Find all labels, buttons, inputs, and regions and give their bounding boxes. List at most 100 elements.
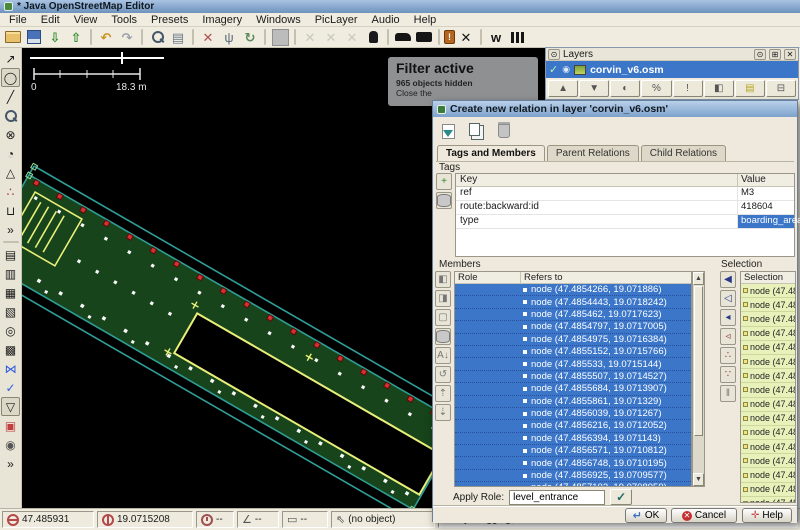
menu-item[interactable]: Help: [407, 14, 444, 26]
member-row[interactable]: node (47.4854797, 19.0717005): [455, 321, 691, 333]
layers-sticky-icon[interactable]: ⊙: [754, 49, 766, 60]
selection-row[interactable]: node (47.485: [741, 383, 795, 397]
menu-item[interactable]: Presets: [144, 14, 195, 26]
crossed-tools-icon[interactable]: ✕: [198, 28, 218, 47]
panel-stack-toggle-icon[interactable]: ▥: [1, 264, 20, 283]
member-row[interactable]: node (47.4856039, 19.071267): [455, 408, 691, 420]
selection-add-members-bottom-icon[interactable]: ◂: [720, 309, 736, 326]
member-row[interactable]: node (47.4855152, 19.0715766): [455, 346, 691, 358]
zoom-tool-icon[interactable]: [1, 106, 20, 125]
panel-layers-toggle-icon[interactable]: ▤: [1, 245, 20, 264]
layer-marker-button[interactable]: !: [673, 80, 703, 97]
layers-dock-icon[interactable]: ⊞: [769, 49, 781, 60]
add-member-below-icon[interactable]: ◨: [435, 290, 451, 307]
tag-row[interactable]: ref M3: [456, 187, 794, 201]
refresh-icon[interactable]: ↻: [240, 28, 260, 47]
member-row[interactable]: node (47.4856571, 19.0710812): [455, 445, 691, 457]
hand-pan-icon[interactable]: [363, 28, 383, 47]
members-table[interactable]: Role Refers to node (47.4854266, 19.0718…: [454, 271, 692, 487]
menu-item[interactable]: PicLayer: [308, 14, 365, 26]
dialog-tab[interactable]: Tags and Members: [437, 145, 545, 162]
apply-role-confirm-button[interactable]: ✓: [610, 489, 632, 505]
selection-remove-members-icon[interactable]: ◃: [720, 328, 736, 345]
apply-role-input[interactable]: [509, 490, 605, 505]
extrude-tool-icon[interactable]: △: [1, 163, 20, 182]
layers-collapse-icon[interactable]: ⊙: [548, 49, 560, 60]
member-row[interactable]: node (47.4856925, 19.0709577): [455, 470, 691, 482]
improve-way-tool-icon[interactable]: ∴: [1, 182, 20, 201]
lasso-tool-icon[interactable]: ◯: [1, 68, 20, 87]
menu-item[interactable]: Edit: [34, 14, 67, 26]
panel-conflicts-toggle-icon[interactable]: ⋈: [1, 359, 20, 378]
delete-relation-icon[interactable]: [493, 120, 515, 142]
selection-pair-icon[interactable]: ‖: [720, 385, 736, 402]
tag-row[interactable]: type boarding_area: [456, 215, 794, 229]
dialog-title-bar[interactable]: Create new relation in layer 'corvin_v6.…: [433, 101, 797, 117]
purge-tool-icon[interactable]: ⊔: [1, 201, 20, 220]
panel-commands-toggle-icon[interactable]: ▧: [1, 302, 20, 321]
member-row[interactable]: node (47.4854443, 19.0718242): [455, 296, 691, 308]
tag-row[interactable]: route:backward:id 418604: [456, 201, 794, 215]
member-row[interactable]: node (47.4856394, 19.071143): [455, 433, 691, 445]
layer-opacity-button[interactable]: %: [641, 80, 671, 97]
redo-icon[interactable]: ↷: [117, 28, 137, 47]
panel-validator-toggle-icon[interactable]: ✓: [1, 378, 20, 397]
panel-minimap-toggle-icon[interactable]: ◉: [1, 435, 20, 454]
selection-row[interactable]: node (47.485: [741, 398, 795, 412]
member-row[interactable]: node (47.4855507, 19.0714527): [455, 371, 691, 383]
deselect-members-icon[interactable]: ∵: [720, 366, 736, 383]
save-icon[interactable]: [24, 28, 44, 47]
selection-row[interactable]: node (47.485: [741, 412, 795, 426]
reverse-members-icon[interactable]: ↺: [435, 366, 451, 383]
layers-close-icon[interactable]: ✕: [784, 49, 796, 60]
member-presets-icon[interactable]: [435, 328, 451, 345]
menu-item[interactable]: View: [67, 14, 105, 26]
move-member-up-icon[interactable]: ⇡: [435, 385, 451, 402]
select-tool-icon[interactable]: ↗: [1, 49, 20, 68]
delete-object-icon[interactable]: ✕: [456, 28, 476, 47]
preferences-icon[interactable]: ▤: [168, 28, 188, 47]
menu-item[interactable]: File: [2, 14, 34, 26]
menu-item[interactable]: Audio: [365, 14, 407, 26]
wireframe-icon[interactable]: w: [486, 28, 506, 47]
help-button[interactable]: ✛ Help: [742, 508, 792, 523]
draw-way-tool-icon[interactable]: ╱: [1, 87, 20, 106]
panel-search-toggle-icon[interactable]: ◎: [1, 321, 20, 340]
member-row[interactable]: node (47.4855684, 19.0713907): [455, 383, 691, 395]
new-member-icon[interactable]: ▢: [435, 309, 451, 326]
layer-active-check-icon[interactable]: ✓: [549, 63, 558, 76]
disabled-tool-icon[interactable]: ✕: [300, 28, 320, 47]
delete-tool-icon[interactable]: ⊗: [1, 125, 20, 144]
select-members-in-map-icon[interactable]: ∴: [720, 347, 736, 364]
member-row[interactable]: node (47.4857102, 19.0708959): [455, 482, 691, 487]
selection-row[interactable]: node (47.485: [741, 468, 795, 482]
selection-row[interactable]: node (47.485: [741, 298, 795, 312]
members-scrollbar[interactable]: ▲ ▼: [692, 271, 705, 487]
menu-item[interactable]: Imagery: [195, 14, 249, 26]
selection-row[interactable]: node (47.485: [741, 355, 795, 369]
cancel-button[interactable]: ✕ Cancel: [671, 508, 737, 523]
member-row[interactable]: node (47.4854266, 19.071886): [455, 284, 691, 296]
more-panels-icon[interactable]: »: [1, 454, 20, 473]
selection-row[interactable]: node (47.485: [741, 327, 795, 341]
add-member-above-icon[interactable]: ◧: [435, 271, 451, 288]
selection-list[interactable]: Selection node (47.485 node (47.485: [740, 271, 796, 503]
panel-shortcuts-toggle-icon[interactable]: ▩: [1, 340, 20, 359]
member-row[interactable]: node (47.485462, 19.0717623): [455, 309, 691, 321]
selection-row[interactable]: node (47.485: [741, 426, 795, 440]
disabled-tool-icon[interactable]: ✕: [321, 28, 341, 47]
menu-item[interactable]: Tools: [104, 14, 144, 26]
selection-replace-members-icon[interactable]: ◀: [720, 271, 736, 288]
door-warning-icon[interactable]: !: [444, 30, 455, 44]
selection-row[interactable]: node (47.485: [741, 341, 795, 355]
selection-add-members-top-icon[interactable]: ◁: [720, 290, 736, 307]
member-row[interactable]: node (47.485533, 19.0715144): [455, 358, 691, 370]
tag-presets-icon[interactable]: [436, 192, 452, 209]
selection-row[interactable]: node (47.485: [741, 284, 795, 298]
apply-changes-icon[interactable]: [437, 120, 459, 142]
download-icon[interactable]: ⇩: [45, 28, 65, 47]
ok-button[interactable]: ↵ OK: [625, 508, 667, 523]
open-file-icon[interactable]: [3, 28, 23, 47]
dialog-tab[interactable]: Child Relations: [641, 145, 726, 161]
selection-row[interactable]: node (47.485: [741, 483, 795, 497]
